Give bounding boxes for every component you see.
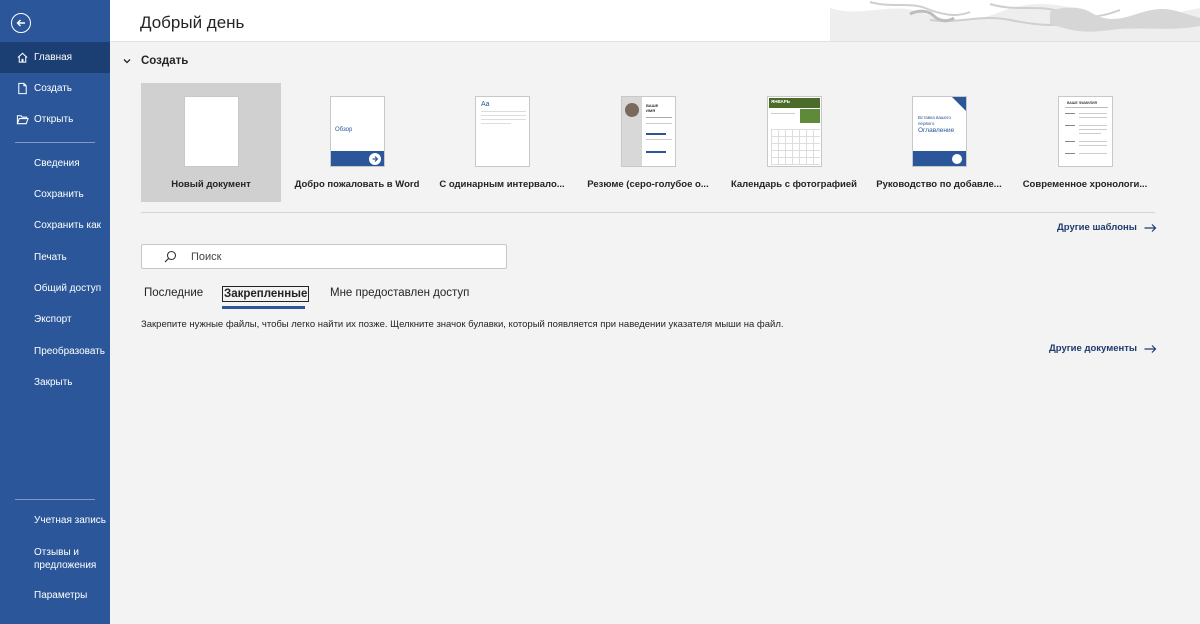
more-templates-label: Другие шаблоны <box>1057 222 1137 233</box>
sidebar-item-new[interactable]: Создать <box>0 73 110 104</box>
thumbnail-text: Обзор <box>335 127 353 133</box>
template-label: Руководство по добавле... <box>876 179 1002 190</box>
template-photo-calendar[interactable]: ЯНВАРЬ Календарь с фотографией <box>724 83 864 202</box>
search-icon <box>164 250 177 263</box>
sidebar-item-print[interactable]: Печать <box>0 242 110 273</box>
thumbnail-text: ВАШЕ ФАМИЛИЯ <box>1067 101 1098 105</box>
thumbnail-text: первого <box>918 120 935 126</box>
sidebar-item-label: Общий доступ <box>34 283 102 294</box>
tab-recent[interactable]: Последние <box>144 287 203 299</box>
back-arrow-icon[interactable] <box>11 13 31 33</box>
template-label: Календарь с фотографией <box>730 179 858 190</box>
sidebar-item-label: Открыть <box>34 114 74 125</box>
pinned-hint-text: Закрепите нужные файлы, чтобы легко найт… <box>141 319 784 330</box>
sidebar-item-open[interactable]: Открыть <box>0 104 110 135</box>
template-thumbnail: Обзор <box>330 96 385 167</box>
arrow-right-icon <box>1144 344 1157 353</box>
sidebar-divider <box>15 142 95 143</box>
decorative-banner-image <box>810 0 1200 41</box>
template-modern-chronological[interactable]: ВАШЕ ФАМИЛИЯ Современное хронологи... <box>1015 83 1155 202</box>
sidebar-item-share[interactable]: Общий доступ <box>0 273 110 304</box>
sidebar-item-label: Отзывы и <box>34 547 79 558</box>
sidebar-item-label: Сохранить <box>34 189 84 200</box>
template-single-spaced[interactable]: Aa С одинарным интервало... <box>432 83 572 202</box>
thumbnail-text: Оглавление <box>918 127 955 134</box>
sidebar-item-label: Сохранить как <box>34 220 102 231</box>
sidebar-item-close[interactable]: Закрыть <box>0 367 110 398</box>
arrow-right-icon <box>369 153 381 165</box>
tab-pinned[interactable]: Закрепленные <box>222 286 310 302</box>
sidebar-item-options[interactable]: Параметры <box>0 580 110 611</box>
template-thumbnail: ВАШЕ ИМЯ <box>621 96 676 167</box>
sidebar-item-label: Закрыть <box>34 377 73 388</box>
template-resume[interactable]: ВАШЕ ИМЯ Резюме (серо-голубое о... <box>578 83 718 202</box>
new-document-icon <box>15 82 29 96</box>
template-label: Резюме (серо-голубое о... <box>587 179 709 190</box>
more-templates-link[interactable]: Другие шаблоны <box>1057 222 1157 233</box>
template-label: С одинарным интервало... <box>439 179 565 190</box>
thumbnail-text: ИМЯ <box>646 108 656 113</box>
template-toc-guide[interactable]: Вставка вашего первого Оглавление Руково… <box>869 83 1009 202</box>
sidebar-item-home[interactable]: Главная <box>0 42 110 73</box>
sidebar-item-save[interactable]: Сохранить <box>0 179 110 210</box>
thumbnail-text: Aa <box>481 101 490 108</box>
sidebar-divider <box>15 499 95 500</box>
backstage-sidebar: Главная Создать Открыть Сведения Сохрани… <box>0 0 110 624</box>
template-label: Добро пожаловать в Word <box>294 179 420 190</box>
folder-open-icon <box>15 113 29 127</box>
search-box[interactable] <box>141 244 507 269</box>
template-thumbnail: ЯНВАРЬ <box>767 96 822 167</box>
template-label: Современное хронологи... <box>1022 179 1148 190</box>
create-section-label: Создать <box>141 55 189 67</box>
sidebar-item-transform[interactable]: Преобразовать <box>0 336 110 367</box>
template-thumbnail: ВАШЕ ФАМИЛИЯ <box>1058 96 1113 167</box>
thumbnail-text: Вставка вашего <box>918 115 951 120</box>
more-documents-link[interactable]: Другие документы <box>1049 343 1157 354</box>
sidebar-item-label: Преобразовать <box>34 346 105 357</box>
sidebar-item-export[interactable]: Экспорт <box>0 304 110 335</box>
more-documents-label: Другие документы <box>1049 343 1138 354</box>
template-label: Новый документ <box>171 179 251 190</box>
template-welcome-to-word[interactable]: Обзор Добро пожаловать в Word <box>287 83 427 202</box>
sidebar-item-label: Сведения <box>34 158 80 169</box>
sidebar-item-label: Создать <box>34 83 73 94</box>
sidebar-item-label: Учетная запись <box>34 515 107 526</box>
template-thumbnail: Aa <box>475 96 530 167</box>
search-input[interactable] <box>191 250 481 263</box>
active-tab-indicator <box>222 306 305 309</box>
chevron-down-icon <box>123 59 131 64</box>
template-thumbnail: Вставка вашего первого Оглавление <box>912 96 967 167</box>
thumbnail-text: ЯНВАРЬ <box>769 98 820 108</box>
sidebar-item-account[interactable]: Учетная запись <box>0 505 110 536</box>
sidebar-item-label: Печать <box>34 252 67 263</box>
tab-shared-with-me[interactable]: Мне предоставлен доступ <box>330 287 469 299</box>
section-divider <box>141 212 1155 213</box>
arrow-right-icon <box>1144 223 1157 232</box>
template-blank-document[interactable]: Новый документ <box>141 83 281 202</box>
sidebar-item-label: Параметры <box>34 590 88 601</box>
sidebar-item-save-as[interactable]: Сохранить как <box>0 210 110 241</box>
template-thumbnail <box>184 96 239 167</box>
create-section-toggle[interactable]: Создать <box>122 55 188 67</box>
home-icon <box>15 51 29 65</box>
sidebar-item-label: предложения <box>34 560 97 571</box>
sidebar-item-info[interactable]: Сведения <box>0 148 110 179</box>
sidebar-item-label: Экспорт <box>34 314 72 325</box>
sidebar-item-feedback[interactable]: Отзывы и предложения <box>34 546 96 572</box>
sidebar-item-label: Главная <box>34 52 73 63</box>
header-bar: Добрый день <box>110 0 1200 42</box>
page-title: Добрый день <box>140 13 245 32</box>
